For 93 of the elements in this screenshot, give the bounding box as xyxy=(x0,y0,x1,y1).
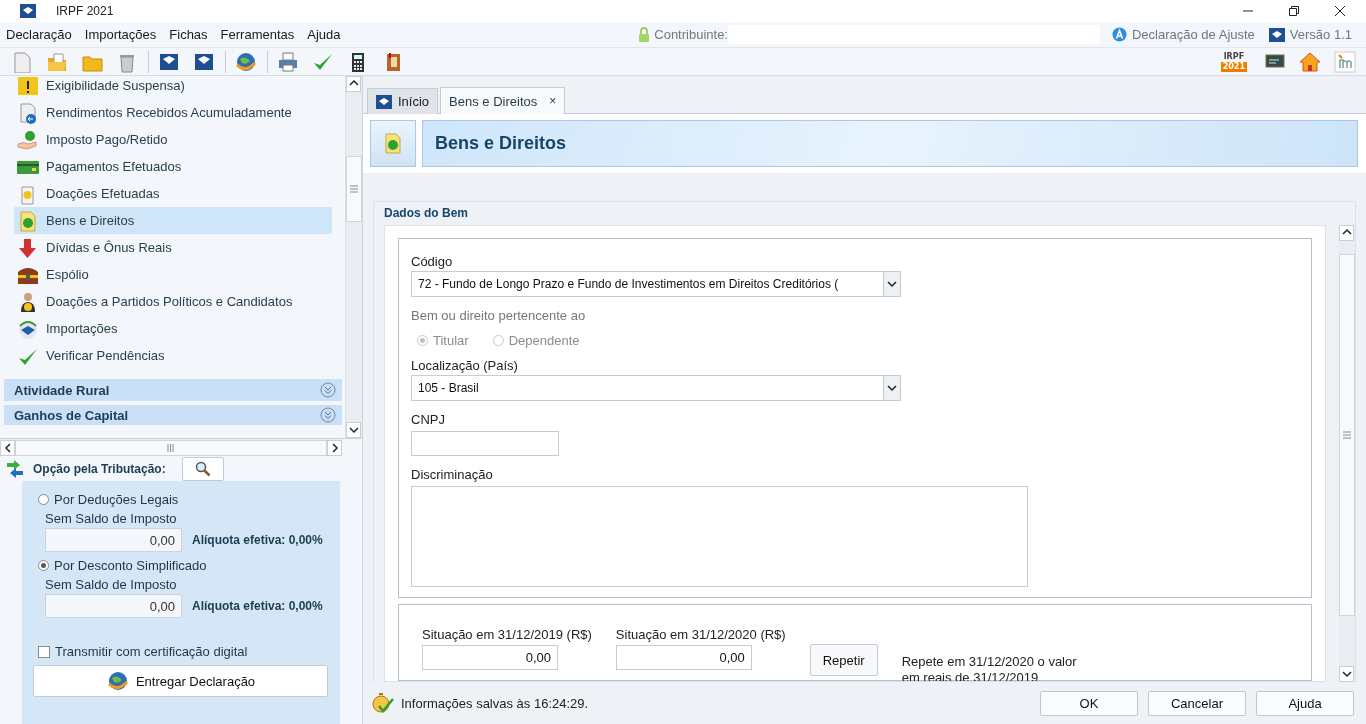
scrollbar-thumb[interactable] xyxy=(346,156,362,222)
down-chevron-icon xyxy=(1340,668,1353,680)
menu-item[interactable]: Ajuda xyxy=(307,27,347,42)
submit-button[interactable]: Entregar Declaração xyxy=(33,665,328,697)
app-logo-icon xyxy=(20,4,36,18)
repeat-button[interactable]: Repetir xyxy=(809,644,878,676)
grip-icon xyxy=(349,185,359,193)
rate-label: Alíquota efetiva: 0,00% xyxy=(192,533,323,547)
checkbox[interactable] xyxy=(38,645,50,658)
hand-coin-icon xyxy=(16,128,40,151)
stopwatch-check-icon xyxy=(371,692,395,714)
dialog-button[interactable]: OK xyxy=(1040,690,1138,716)
tab[interactable]: Início xyxy=(367,88,439,114)
sidebar-item[interactable]: Bens e Direitos xyxy=(14,207,332,234)
section-header[interactable]: Ganhos de Capital xyxy=(4,405,342,425)
description-field[interactable] xyxy=(411,486,1028,587)
sidebar-item[interactable]: Verificar Pendências xyxy=(14,342,332,369)
field-label: Contribuinte: xyxy=(654,27,728,42)
field-label: Código xyxy=(411,252,454,271)
radio-label: Titular xyxy=(433,332,469,348)
scroll-up-button[interactable] xyxy=(346,76,361,92)
lock-icon xyxy=(638,26,651,43)
fm-logo-icon[interactable] xyxy=(1331,49,1359,74)
down-chevron-icon xyxy=(886,382,898,394)
section-title: Ganhos de Capital xyxy=(14,407,129,423)
field-label: CNPJ xyxy=(411,410,446,429)
swap-arrows-icon xyxy=(5,458,25,479)
section-title: Dados do Bem xyxy=(383,205,469,222)
scroll-up-button[interactable] xyxy=(1339,225,1354,241)
down-chevron-icon xyxy=(886,278,898,290)
menu-item[interactable]: Declaração xyxy=(6,27,78,42)
window-title: IRPF 2021 xyxy=(56,4,114,18)
scroll-down-button[interactable] xyxy=(346,422,361,438)
radio-button[interactable] xyxy=(38,559,49,571)
cnpj-field[interactable] xyxy=(411,431,559,456)
field-label: Bem ou direito pertencente ao xyxy=(411,306,587,325)
declaration-type: Declaração de Ajuste xyxy=(1132,27,1255,42)
scrollbar-thumb[interactable] xyxy=(1339,254,1355,616)
scrollbar-thumb[interactable] xyxy=(15,439,327,456)
down-chevron-icon xyxy=(347,424,360,436)
sidebar-item[interactable]: Doações Efetuadas xyxy=(14,180,332,207)
code-dropdown[interactable]: 72 - Fundo de Longo Prazo e Fundo de Investimentos em Direitos Creditórios ( xyxy=(411,271,901,297)
scroll-down-button[interactable] xyxy=(1339,666,1354,682)
radio-label: Por Deduções Legais xyxy=(54,491,179,507)
sidebar-item[interactable]: Doações a Partidos Políticos e Candidatos xyxy=(14,288,332,315)
version-label: Versão 1.1 xyxy=(1289,27,1352,42)
dialog-button[interactable]: Ajuda xyxy=(1256,690,1354,716)
field-label: Situação em 31/12/2020 (R$) xyxy=(615,627,786,642)
sidebar-item[interactable]: Espólio xyxy=(14,261,332,288)
value-field[interactable]: 0,00 xyxy=(45,594,182,618)
grip-icon xyxy=(167,442,175,453)
sidebar-item[interactable]: Importações xyxy=(14,315,332,342)
scroll-right-button[interactable] xyxy=(327,439,342,456)
balance-label: Sem Saldo de Imposto xyxy=(45,577,178,592)
menu-item[interactable]: Ferramentas xyxy=(220,27,301,42)
double-chevron-icon xyxy=(320,382,336,398)
country-dropdown[interactable]: 105 - Brasil xyxy=(411,375,901,401)
radio-button[interactable] xyxy=(38,493,49,505)
search-icon xyxy=(194,460,211,477)
warning-sign-icon xyxy=(16,76,40,97)
value-field[interactable]: 0,00 xyxy=(615,645,752,670)
scroll-left-button[interactable] xyxy=(0,439,15,456)
balance-label: Sem Saldo de Imposto xyxy=(45,511,178,526)
radio-label: Por Desconto Simplificado xyxy=(54,557,207,573)
sidebar-item[interactable]: Imposto Pago/Retido xyxy=(14,126,332,153)
value-field[interactable]: 0,00 xyxy=(45,528,182,552)
close-icon[interactable] xyxy=(1334,5,1346,17)
sidebar-item[interactable]: Dívidas e Ônus Reais xyxy=(14,234,332,261)
menu-item[interactable]: Fichas xyxy=(169,27,214,42)
dialog-button[interactable]: Cancelar xyxy=(1148,690,1246,716)
field-label: Discriminação xyxy=(411,465,494,484)
grip-icon xyxy=(1342,431,1352,439)
sidebar-item[interactable]: Pagamentos Efetuados xyxy=(14,153,332,180)
status-message: Informações salvas às 16:24:29. xyxy=(401,695,589,711)
search-button[interactable] xyxy=(181,456,224,481)
double-chevron-icon xyxy=(320,407,336,423)
section-title: Opção pela Tributação: xyxy=(33,461,166,476)
checkbox-label: Transmitir com certificação digital xyxy=(55,644,248,659)
radio-label: Dependente xyxy=(508,332,580,348)
letter-a-icon xyxy=(1112,27,1127,42)
restore-icon[interactable] xyxy=(1288,5,1300,17)
sidebar-item[interactable]: Exigibilidade Suspensa) xyxy=(14,76,332,99)
sidebar-item[interactable]: Rendimentos Recebidos Acumuladamente xyxy=(14,99,332,126)
tab[interactable]: Bens e Direitos × xyxy=(440,87,566,114)
section-header[interactable]: Atividade Rural xyxy=(4,379,342,401)
close-tab-button[interactable]: × xyxy=(549,94,557,108)
field-label: Localização (País) xyxy=(411,356,519,375)
field-label: Situação em 31/12/2019 (R$) xyxy=(422,627,592,642)
section-title: Atividade Rural xyxy=(14,382,110,398)
page-title: Bens e Direitos xyxy=(435,133,567,154)
menu-item[interactable]: Importações xyxy=(84,27,163,42)
value-field[interactable]: 0,00 xyxy=(422,645,558,670)
rate-label: Alíquota efetiva: 0,00% xyxy=(192,599,323,613)
